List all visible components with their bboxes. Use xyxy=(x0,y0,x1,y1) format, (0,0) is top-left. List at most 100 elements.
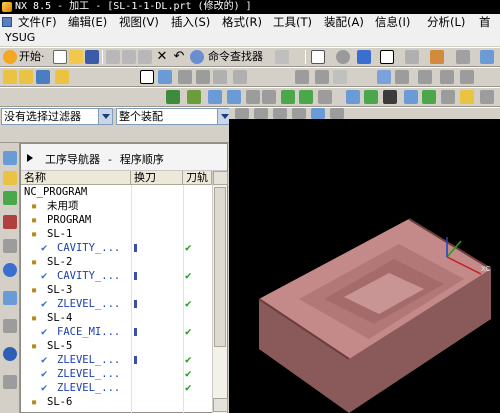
post-process-icon[interactable] xyxy=(187,90,201,104)
tree-row[interactable]: ✔ FACE_MI... ✔ xyxy=(21,325,212,339)
selection-filter-dropdown[interactable]: 没有选择过滤器 xyxy=(1,108,113,125)
ysug-menu[interactable]: YSUG xyxy=(5,31,35,44)
system-materials-icon[interactable] xyxy=(3,319,17,333)
tree-row[interactable]: ▪ SL-3 xyxy=(21,283,212,297)
general-select-icon[interactable] xyxy=(235,108,249,119)
cube-view-icon[interactable] xyxy=(357,50,371,64)
snap-face-icon[interactable] xyxy=(311,108,325,119)
tree-row[interactable]: ▪ 未用项 xyxy=(21,199,212,213)
menu-insert[interactable]: 插入(S) xyxy=(171,14,210,30)
tree-row[interactable]: ▪ SL-2 xyxy=(21,255,212,269)
menu-assembly[interactable]: 装配(A) xyxy=(324,14,364,30)
settings-icon[interactable] xyxy=(275,50,289,64)
collapse-arrow-icon[interactable] xyxy=(27,154,33,162)
render-icon[interactable] xyxy=(456,50,470,64)
menu-analysis[interactable]: 分析(L) xyxy=(427,14,465,30)
tree-row[interactable]: NC_PROGRAM xyxy=(21,185,212,199)
snap-end-icon[interactable] xyxy=(254,108,268,119)
move-object-icon[interactable] xyxy=(281,90,295,104)
tree-row[interactable]: ▪ SL-4 xyxy=(21,311,212,325)
tree-row[interactable]: ✔ CAVITY_... ✔ xyxy=(21,241,212,255)
column-tool-change[interactable]: 换刀 xyxy=(131,171,183,185)
datum-icon[interactable] xyxy=(315,70,329,84)
tree-row[interactable]: ✔ ZLEVEL_... ✔ xyxy=(21,297,212,311)
cut-icon[interactable] xyxy=(106,50,120,64)
arc-icon[interactable] xyxy=(460,70,474,84)
start-button[interactable]: 开始· xyxy=(19,50,45,64)
command-finder-button[interactable]: 命令查找器 xyxy=(208,50,263,64)
copy-object-icon[interactable] xyxy=(299,90,313,104)
menu-tools[interactable]: 工具(T) xyxy=(273,14,312,30)
column-name[interactable]: 名称 xyxy=(21,171,131,185)
menu-view[interactable]: 视图(V) xyxy=(119,14,159,30)
transform-icon[interactable] xyxy=(377,70,391,84)
extract-icon[interactable] xyxy=(395,70,409,84)
reuse-library-icon[interactable] xyxy=(3,239,17,253)
create-tool-icon[interactable] xyxy=(19,70,33,84)
open-folder-icon[interactable] xyxy=(69,50,83,64)
verify-icon[interactable] xyxy=(166,90,180,104)
tree-row[interactable]: ✔ ZLEVEL_... ✔ xyxy=(21,381,212,395)
line-icon[interactable] xyxy=(440,70,454,84)
roles-icon[interactable] xyxy=(3,375,17,389)
geometry-view-icon[interactable] xyxy=(178,70,192,84)
output-cls-icon[interactable] xyxy=(227,90,241,104)
navigator-tab-icon[interactable] xyxy=(3,151,17,165)
menu-information[interactable]: 信息(I) xyxy=(375,14,410,30)
machine-view-icon[interactable] xyxy=(158,70,172,84)
web-browser-icon[interactable] xyxy=(3,263,17,277)
generate-icon[interactable] xyxy=(213,70,227,84)
point-icon[interactable] xyxy=(418,70,432,84)
tree-row[interactable]: ▪ PROGRAM xyxy=(21,213,212,227)
program-view-icon[interactable] xyxy=(140,70,154,84)
text-icon[interactable] xyxy=(404,90,418,104)
navigator-scrollbar[interactable] xyxy=(212,171,228,413)
snap-control-icon[interactable] xyxy=(292,108,306,119)
undo-icon[interactable]: ↶ xyxy=(172,50,186,64)
tree-row[interactable]: ▪ SL-5 xyxy=(21,339,212,353)
save-icon[interactable] xyxy=(85,50,99,64)
feedrate-icon[interactable] xyxy=(383,90,397,104)
window-menu-icon[interactable] xyxy=(2,17,12,27)
operation-navigator-icon[interactable] xyxy=(3,191,17,205)
tree-row[interactable]: ✔ ZLEVEL_... ✔ xyxy=(21,367,212,381)
scroll-up-button[interactable] xyxy=(213,171,228,185)
create-geometry-icon[interactable] xyxy=(36,70,50,84)
lock-icon[interactable] xyxy=(460,90,474,104)
menu-preferences[interactable]: 首 xyxy=(479,14,491,30)
help-icon[interactable] xyxy=(3,347,17,361)
delete-icon[interactable]: ✕ xyxy=(155,50,169,64)
history-icon[interactable] xyxy=(3,291,17,305)
info-icon[interactable] xyxy=(422,90,436,104)
layer-icon[interactable] xyxy=(405,50,419,64)
assembly-scope-dropdown[interactable]: 整个装配 xyxy=(116,108,232,125)
snap-mid-icon[interactable] xyxy=(273,108,287,119)
menu-format[interactable]: 格式(R) xyxy=(222,14,262,30)
graphics-window[interactable]: XC xyxy=(229,119,500,413)
create-program-icon[interactable] xyxy=(3,70,17,84)
display-mode-icon[interactable] xyxy=(380,50,394,64)
filter-icon[interactable] xyxy=(441,90,455,104)
menu-file[interactable]: 文件(F) xyxy=(18,14,57,30)
scroll-down-button[interactable] xyxy=(213,398,228,412)
select-icon[interactable] xyxy=(311,50,325,64)
orient-icon[interactable] xyxy=(430,50,444,64)
part-navigator-icon[interactable] xyxy=(3,171,17,185)
snap-point-icon[interactable] xyxy=(330,108,344,119)
more-tools-icon[interactable] xyxy=(480,90,494,104)
replay-icon[interactable] xyxy=(233,70,247,84)
paste-icon[interactable] xyxy=(138,50,152,64)
machine-navigator-icon[interactable] xyxy=(3,215,17,229)
menu-edit[interactable]: 编辑(E) xyxy=(68,14,107,30)
shop-docs-icon[interactable] xyxy=(208,90,222,104)
method-view-icon[interactable] xyxy=(196,70,210,84)
copy-icon[interactable] xyxy=(122,50,136,64)
tool-path-icon[interactable] xyxy=(346,90,360,104)
tree-row[interactable]: ✔ CAVITY_... ✔ xyxy=(21,269,212,283)
object-display-icon[interactable] xyxy=(318,90,332,104)
cut-object-icon[interactable] xyxy=(262,90,276,104)
measure-icon[interactable] xyxy=(333,70,347,84)
column-tool-path[interactable]: 刀轨 xyxy=(183,171,212,185)
tree-row[interactable]: ✔ ZLEVEL_... ✔ xyxy=(21,353,212,367)
new-file-icon[interactable] xyxy=(53,50,67,64)
